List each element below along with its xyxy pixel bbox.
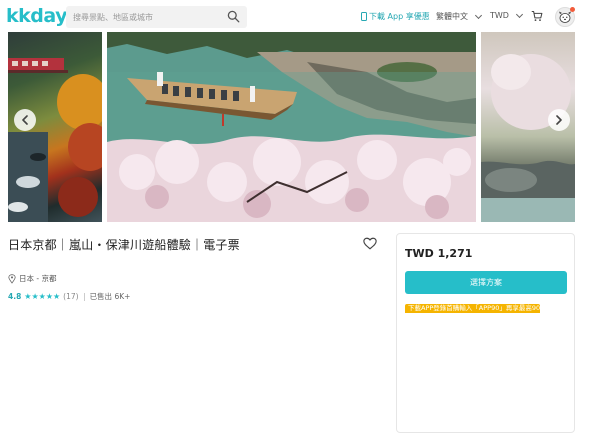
language-selector[interactable]: 繁體中文 [436,11,483,22]
chevron-right-icon [556,115,562,125]
heart-icon[interactable] [363,237,377,250]
gallery-photo-main[interactable] [107,32,476,222]
search-input[interactable] [66,12,216,22]
gallery-next-button[interactable] [548,109,570,131]
search-icon[interactable] [227,10,240,23]
divider [83,292,85,301]
photo-gallery [0,32,600,222]
price-label: TWD 1,271 [405,247,473,260]
location-pin-icon [8,273,16,284]
currency-selector[interactable]: TWD [490,10,524,20]
product-title: 日本京都｜嵐山・保津川遊船體驗｜電子票 [8,238,240,252]
notification-dot [570,7,575,12]
top-header: kkday 下載 App 享優惠 繁體中文 TWD [0,0,600,32]
dog-face-icon [559,11,571,23]
location-label: 日本 - 京都 [19,274,57,283]
select-plan-button[interactable]: 選擇方案 [405,271,567,294]
user-avatar[interactable] [555,7,575,27]
chevron-down-icon [474,11,483,19]
rating-row: 4.8 ★★★★★ (17) 已售出 6K+ [8,291,130,302]
booking-card: TWD 1,271 選擇方案 下載APP登錄首購輸入「APP90」再享最高90 [396,233,575,433]
app-download-link[interactable]: 下載 App 享優惠 [361,11,430,22]
kkday-logo[interactable]: kkday [6,6,68,26]
star-rating-icon: ★★★★★ [24,292,61,301]
review-count[interactable]: (17) [63,292,78,301]
language-label: 繁體中文 [436,12,468,21]
cart-icon[interactable] [531,10,543,22]
product-location: 日本 - 京都 [8,273,56,284]
rating-score: 4.8 [8,292,22,301]
sold-count: 已售出 6K+ [89,292,131,301]
chevron-left-icon [22,115,28,125]
gallery-prev-button[interactable] [14,109,36,131]
currency-label: TWD [490,11,509,20]
promo-banner[interactable]: 下載APP登錄首購輸入「APP90」再享最高90 [405,304,540,313]
app-download-label: 下載 App 享優惠 [369,12,430,21]
phone-icon [361,12,367,21]
search-bar[interactable] [66,6,247,28]
chevron-down-icon [515,10,524,18]
boat-cherry-blossom-photo [107,32,476,222]
